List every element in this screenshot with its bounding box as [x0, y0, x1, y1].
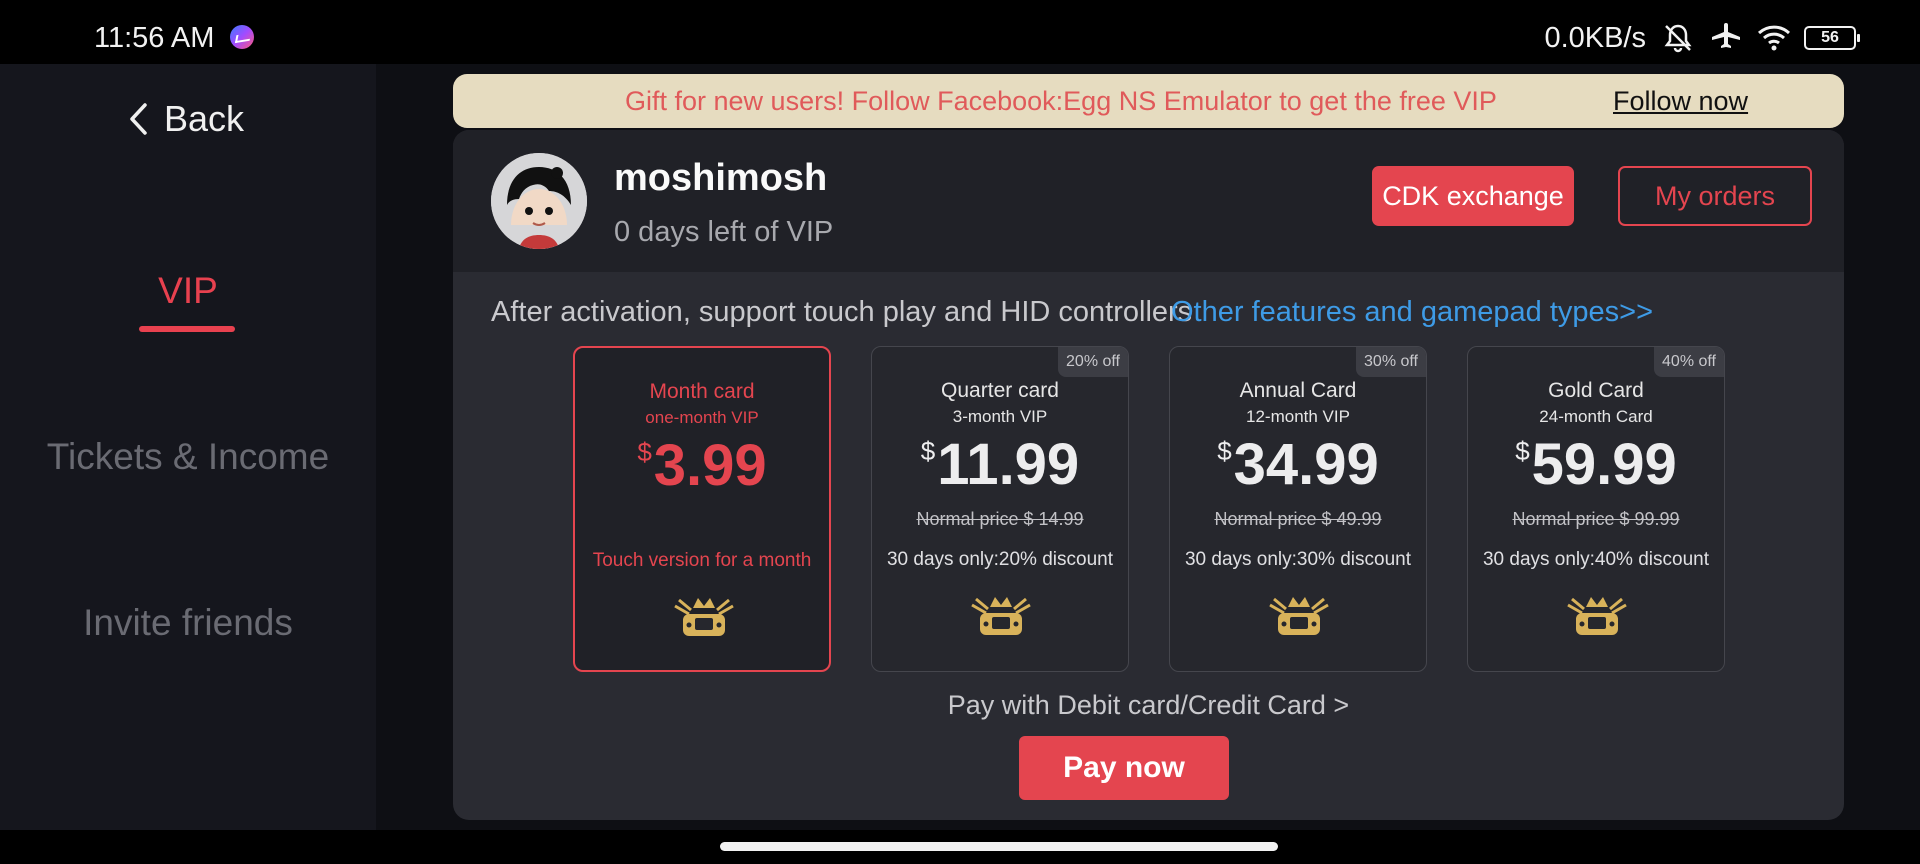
follow-now-link[interactable]: Follow now [1613, 86, 1748, 117]
plan-subtitle: one-month VIP [645, 408, 759, 427]
profile-header: moshimosh 0 days left of VIP CDK exchang… [453, 130, 1844, 272]
normal-price: Normal price $ 99.99 [1512, 509, 1680, 529]
battery-icon: 56 [1804, 26, 1860, 50]
sidebar: Back VIP Tickets & Income Invite friends [0, 64, 376, 830]
currency-symbol: $ [1515, 436, 1530, 466]
vip-days-left: 0 days left of VIP [614, 216, 834, 248]
status-time: 11:56 AM [94, 22, 215, 54]
plan-subtitle: 24-month Card [1539, 407, 1653, 426]
navigation-bar [0, 830, 1920, 864]
plan-price-value: 59.99 [1531, 432, 1677, 497]
currency-symbol: $ [1217, 436, 1232, 466]
username: moshimosh [614, 157, 828, 199]
plan-price: $11.99 [872, 431, 1128, 498]
home-indicator[interactable] [720, 842, 1278, 851]
plan-card-quarter[interactable]: 20% off Quarter card 3-month VIP $11.99 … [871, 346, 1129, 672]
discount-badge: 30% off [1356, 347, 1426, 377]
status-bar: 11:56 AM 0.0KB/s 56 [0, 0, 1920, 64]
mute-icon [1664, 24, 1692, 53]
plan-price: $34.99 [1170, 431, 1426, 498]
plan-description: 30 days only:30% discount [1184, 549, 1412, 570]
plan-card-month[interactable]: Month card one-month VIP $3.99 Touch ver… [573, 346, 831, 672]
back-label: Back [164, 98, 245, 139]
plan-card-annual[interactable]: 30% off Annual Card 12-month VIP $34.99 … [1169, 346, 1427, 672]
plan-price: $59.99 [1468, 431, 1724, 498]
avatar-image [491, 153, 587, 249]
plan-price-value: 11.99 [937, 432, 1080, 497]
plan-description: Touch version for a month [592, 550, 812, 571]
gamepad-crown-icon [674, 598, 734, 636]
payment-method-selector[interactable]: Pay with Debit card/Credit Card > [453, 690, 1844, 721]
messenger-icon [230, 25, 254, 49]
discount-badge: 40% off [1654, 347, 1724, 377]
airplane-icon [1712, 23, 1740, 48]
plan-subtitle: 3-month VIP [952, 407, 1048, 426]
other-features-link[interactable]: Other features and gamepad types>> [1171, 296, 1653, 329]
currency-symbol: $ [920, 436, 936, 466]
plan-title: Gold Card [1548, 379, 1644, 402]
plan-price: $3.99 [575, 432, 829, 499]
discount-badge: 20% off [1058, 347, 1128, 377]
sidebar-item-tickets-income[interactable]: Tickets & Income [0, 436, 376, 478]
plan-subtitle: 12-month VIP [1246, 407, 1350, 426]
main-content: Gift for new users! Follow Facebook:Egg … [376, 64, 1920, 830]
plan-description: 30 days only:40% discount [1482, 549, 1710, 570]
promo-banner: Gift for new users! Follow Facebook:Egg … [453, 74, 1844, 128]
plan-title: Quarter card [941, 379, 1059, 402]
gamepad-crown-icon [1269, 597, 1329, 635]
sidebar-item-vip[interactable]: VIP [0, 270, 376, 312]
vip-panel: moshimosh 0 days left of VIP CDK exchang… [453, 130, 1844, 820]
wifi-icon [1757, 25, 1791, 51]
pay-now-button[interactable]: Pay now [1019, 736, 1229, 800]
banner-text: Gift for new users! Follow Facebook:Egg … [625, 86, 1497, 116]
normal-price: Normal price $ 49.99 [1214, 509, 1382, 529]
currency-symbol: $ [637, 437, 652, 467]
network-speed: 0.0KB/s [1544, 21, 1646, 54]
cdk-exchange-button[interactable]: CDK exchange [1372, 166, 1574, 226]
plan-description: 30 days only:20% discount [886, 549, 1114, 570]
chevron-left-icon [130, 103, 147, 135]
avatar [491, 153, 587, 249]
plan-card-gold[interactable]: 40% off Gold Card 24-month Card $59.99 N… [1467, 346, 1725, 672]
plan-title: Month card [649, 380, 755, 403]
gamepad-crown-icon [971, 597, 1031, 635]
active-tab-indicator [139, 326, 235, 332]
plan-price-value: 34.99 [1233, 432, 1379, 497]
status-icons: 0.0KB/s 56 [1544, 20, 1860, 56]
sidebar-item-invite-friends[interactable]: Invite friends [0, 602, 376, 644]
gamepad-crown-icon [1567, 597, 1627, 635]
my-orders-button[interactable]: My orders [1618, 166, 1812, 226]
features-description: After activation, support touch play and… [491, 296, 1193, 328]
plan-price-value: 3.99 [653, 433, 767, 498]
battery-level: 56 [1821, 29, 1839, 46]
normal-price: Normal price $ 14.99 [916, 509, 1084, 529]
plan-title: Annual Card [1239, 379, 1357, 402]
back-button[interactable]: Back [128, 98, 244, 140]
